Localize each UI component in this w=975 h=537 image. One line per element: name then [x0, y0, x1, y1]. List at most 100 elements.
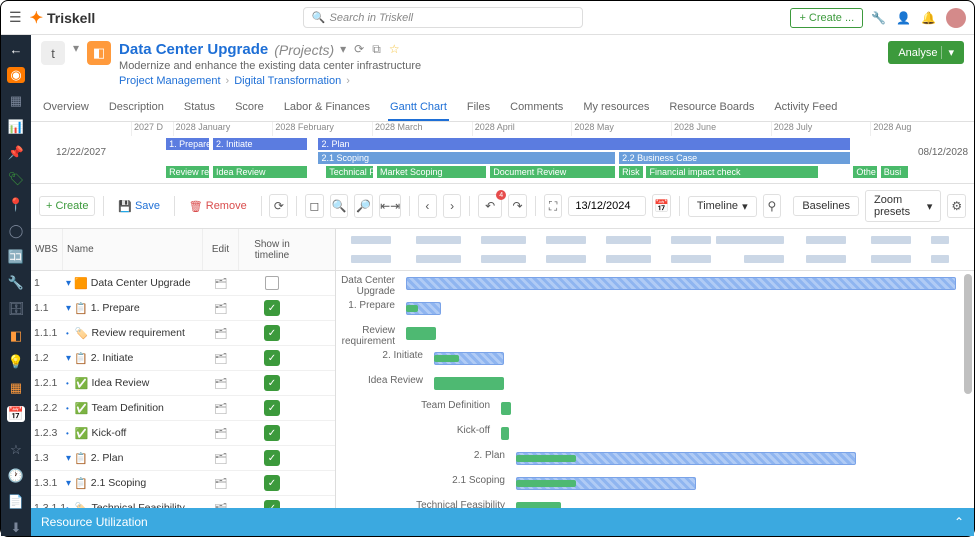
tab-files[interactable]: Files: [465, 95, 492, 121]
table-row[interactable]: 1.3.1▾📋2.1 Scoping🗂✓: [31, 471, 335, 496]
check-icon[interactable]: ✓: [264, 450, 280, 466]
edit-icon[interactable]: 🗂: [213, 500, 229, 508]
nav-wrench-icon[interactable]: 🔧: [7, 275, 25, 291]
edit-icon[interactable]: 🗂: [213, 325, 229, 341]
tab-score[interactable]: Score: [233, 95, 266, 121]
refresh-icon[interactable]: ⟳: [269, 194, 288, 218]
nav-cal-icon[interactable]: 📅: [7, 406, 25, 422]
crumb-link[interactable]: Digital Transformation: [234, 75, 341, 87]
chevron-down-icon[interactable]: ▾: [66, 478, 71, 489]
nav-doc-icon[interactable]: 📄: [7, 494, 25, 510]
header-type-icon[interactable]: t: [41, 41, 65, 65]
tab-gantt[interactable]: Gantt Chart: [388, 95, 449, 121]
filter-icon[interactable]: ⚲: [763, 194, 782, 218]
check-icon[interactable]: ✓: [264, 350, 280, 366]
zoom-presets-button[interactable]: Zoom presets▾: [865, 190, 941, 222]
tab-status[interactable]: Status: [182, 95, 217, 121]
user-icon[interactable]: 👤: [896, 11, 911, 25]
ov-bar[interactable]: 2. Plan: [318, 138, 849, 150]
edit-icon[interactable]: 🗂: [213, 375, 229, 391]
avatar[interactable]: [946, 8, 966, 28]
popout-icon[interactable]: ⧉: [372, 42, 381, 57]
nav-cube-icon[interactable]: ◧: [7, 328, 25, 344]
calendar-icon[interactable]: 📅: [652, 194, 671, 218]
check-icon[interactable]: ✓: [264, 375, 280, 391]
tab-activity[interactable]: Activity Feed: [772, 95, 839, 121]
tab-description[interactable]: Description: [107, 95, 166, 121]
create-task-button[interactable]: +Create: [39, 196, 95, 216]
remove-button[interactable]: 🗑Remove: [183, 197, 253, 216]
table-row[interactable]: 1▾🟧Data Center Upgrade🗂: [31, 271, 335, 296]
col-header-name[interactable]: Name: [63, 229, 203, 270]
nav-clock-icon[interactable]: 🕐: [7, 468, 25, 484]
gantt-bar[interactable]: [501, 427, 509, 440]
check-icon[interactable]: ✓: [264, 475, 280, 491]
fullscreen-icon[interactable]: ⛶: [544, 194, 563, 218]
edit-icon[interactable]: 🗂: [213, 300, 229, 316]
ov-bar[interactable]: 2.2 Business Case: [619, 152, 849, 164]
fit-width-icon[interactable]: ⇤⇥: [379, 194, 401, 218]
check-icon[interactable]: ✓: [264, 300, 280, 316]
edit-icon[interactable]: 🗂: [213, 350, 229, 366]
check-icon[interactable]: ✓: [264, 500, 280, 508]
ov-bar[interactable]: Risk: [619, 166, 642, 178]
prev-icon[interactable]: ‹: [418, 194, 437, 218]
ov-bar[interactable]: Othe: [853, 166, 876, 178]
ov-bar[interactable]: Busi: [881, 166, 908, 178]
ov-bar[interactable]: Financial impact check: [646, 166, 818, 178]
nav-bulb-icon[interactable]: 💡: [7, 354, 25, 370]
nav-apps-icon[interactable]: ▦: [7, 380, 25, 396]
table-row[interactable]: 1.2.2•✅Team Definition🗂✓: [31, 396, 335, 421]
bell-icon[interactable]: 🔔: [921, 11, 936, 25]
col-header-edit[interactable]: Edit: [203, 229, 239, 270]
nav-pin-icon[interactable]: 📌: [7, 145, 25, 161]
chevron-down-icon[interactable]: ▾: [340, 42, 346, 57]
wrench-icon[interactable]: 🔧: [871, 11, 886, 25]
next-icon[interactable]: ›: [443, 194, 462, 218]
chevron-down-icon[interactable]: ▾: [66, 353, 71, 364]
col-header-wbs[interactable]: WBS: [31, 229, 63, 270]
nav-grid-icon[interactable]: ▦: [7, 93, 25, 109]
chevron-down-icon[interactable]: ▾: [66, 453, 71, 464]
ov-bar[interactable]: Document Review: [490, 166, 615, 178]
chevron-down-icon[interactable]: ▾: [66, 278, 71, 289]
refresh-icon[interactable]: ⟳: [354, 42, 364, 57]
nav-chart-icon[interactable]: 📊: [7, 119, 25, 135]
edit-icon[interactable]: 🗂: [213, 275, 229, 291]
ov-bar[interactable]: 2.1 Scoping: [318, 152, 615, 164]
menu-icon[interactable]: ☰: [9, 9, 22, 26]
gantt-bar[interactable]: [434, 377, 504, 390]
edit-icon[interactable]: 🗂: [213, 400, 229, 416]
tab-myres[interactable]: My resources: [581, 95, 651, 121]
edit-icon[interactable]: 🗂: [213, 475, 229, 491]
gear-icon[interactable]: ⚙: [947, 194, 966, 218]
resource-utilization-panel[interactable]: Resource Utilization ⌃: [31, 508, 974, 536]
ov-bar[interactable]: Technical F: [326, 166, 373, 178]
ov-bar[interactable]: 1. Prepare: [166, 138, 209, 150]
ov-bar[interactable]: Idea Review: [213, 166, 307, 178]
table-row[interactable]: 1.1.1•🏷️Review requirement🗂✓: [31, 321, 335, 346]
table-row[interactable]: 1.1▾📋1. Prepare🗂✓: [31, 296, 335, 321]
ov-bar[interactable]: Review req: [166, 166, 209, 178]
create-button[interactable]: + Create ...: [790, 8, 863, 28]
zoom-out-icon[interactable]: 🔍: [330, 194, 349, 218]
nav-download-icon[interactable]: ⬇: [7, 520, 25, 536]
nav-db-icon[interactable]: 🗄: [7, 301, 25, 317]
edit-icon[interactable]: 🗂: [213, 450, 229, 466]
timeline-dropdown[interactable]: Timeline▾: [688, 196, 757, 217]
gantt-bar[interactable]: [516, 502, 561, 508]
table-row[interactable]: 1.2.1•✅Idea Review🗂✓: [31, 371, 335, 396]
tab-labor[interactable]: Labor & Finances: [282, 95, 372, 121]
redo-icon[interactable]: ↷: [508, 194, 527, 218]
nav-star-icon[interactable]: ☆: [7, 442, 25, 458]
check-icon[interactable]: ✓: [264, 325, 280, 341]
save-button[interactable]: 💾Save: [112, 197, 166, 216]
chevron-down-icon[interactable]: ▾: [73, 41, 79, 55]
gantt-bar[interactable]: [501, 402, 511, 415]
tab-resboards[interactable]: Resource Boards: [667, 95, 756, 121]
checkbox[interactable]: [265, 276, 279, 290]
search-input[interactable]: 🔍 Search in Triskell: [303, 7, 583, 28]
fit-icon[interactable]: ◻: [305, 194, 324, 218]
nav-home-icon[interactable]: ◉: [7, 67, 25, 83]
scroll-thumb[interactable]: [964, 274, 972, 394]
